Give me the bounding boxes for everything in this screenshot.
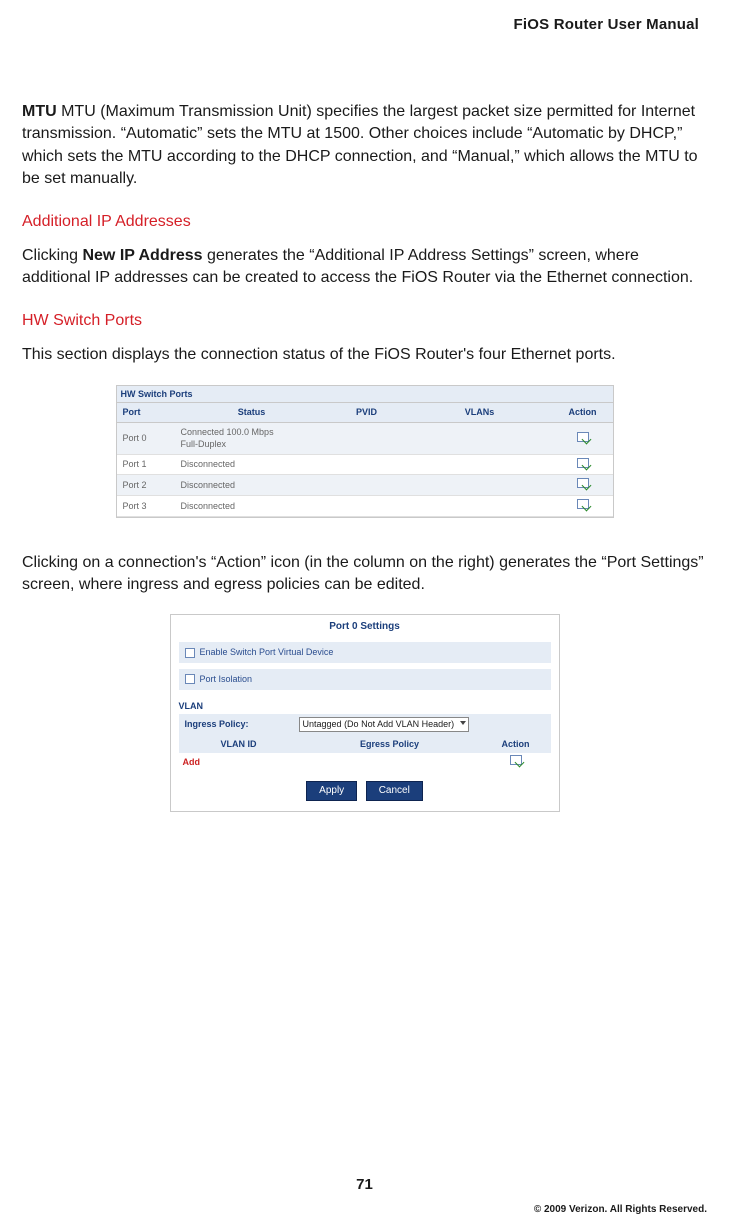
col-egress-policy: Egress Policy [299,735,481,754]
hw-switch-ports-table: HW Switch Ports Port Status PVID VLANs A… [116,385,614,518]
table-row: Port 1 Disconnected [117,454,613,475]
table-row: Port 2 Disconnected [117,475,613,496]
col-port: Port [117,403,177,422]
apply-button[interactable]: Apply [306,781,357,801]
new-ip-address-label: New IP Address [82,247,202,264]
edit-icon[interactable] [577,432,589,442]
table-row: Port 0 Connected 100.0 Mbps Full-Duplex [117,422,613,454]
checkbox-enable-virtual-device[interactable] [185,648,195,658]
page-number: 71 [0,1176,729,1193]
ingress-policy-dropdown[interactable]: Untagged (Do Not Add VLAN Header) [299,717,470,732]
col-vlan-id: VLAN ID [179,735,299,754]
col-vlans: VLANs [407,403,553,422]
ingress-policy-label: Ingress Policy: [185,718,249,731]
additional-ip-paragraph: Clicking New IP Address generates the “A… [22,245,707,290]
cell-status: Disconnected [177,475,327,496]
panel-title: Port 0 Settings [171,615,559,642]
checkbox-port-isolation[interactable] [185,674,195,684]
cell-status: Connected 100.0 Mbps Full-Duplex [177,422,327,454]
option-row: Port Isolation [179,669,551,690]
cell-vlans [407,422,553,454]
text-fragment: Clicking [22,247,82,264]
cell-status: Disconnected [177,496,327,517]
copyright: © 2009 Verizon. All Rights Reserved. [534,1204,707,1215]
heading-hw-switch-ports: HW Switch Ports [22,310,707,332]
edit-icon[interactable] [577,499,589,509]
hw-switch-intro: This section displays the connection sta… [22,344,707,366]
col-action: Action [481,735,551,754]
ingress-policy-row: Ingress Policy: Untagged (Do Not Add VLA… [179,714,551,735]
cell-pvid [327,422,407,454]
add-link[interactable]: Add [183,757,201,767]
table-row: Add [179,753,551,771]
cancel-button[interactable]: Cancel [366,781,423,801]
mtu-paragraph: MTU MTU (Maximum Transmission Unit) spec… [22,101,707,191]
cell-port: Port 3 [117,496,177,517]
table-row: Port 3 Disconnected [117,496,613,517]
port-settings-paragraph: Clicking on a connection's “Action” icon… [22,552,707,597]
cell-port: Port 0 [117,422,177,454]
cell-status: Disconnected [177,454,327,475]
cell-port: Port 1 [117,454,177,475]
port-settings-panel: Port 0 Settings Enable Switch Port Virtu… [170,614,560,812]
option-label: Port Isolation [200,673,253,686]
heading-additional-ip: Additional IP Addresses [22,211,707,233]
option-row: Enable Switch Port Virtual Device [179,642,551,663]
col-pvid: PVID [327,403,407,422]
col-action: Action [553,403,613,422]
page-header: FiOS Router User Manual [22,0,707,33]
add-icon[interactable] [510,755,522,765]
edit-icon[interactable] [577,478,589,488]
vlan-section-label: VLAN [179,700,551,713]
cell-port: Port 2 [117,475,177,496]
mtu-text: MTU (Maximum Transmission Unit) specifie… [22,103,698,187]
mtu-label: MTU [22,103,57,120]
table-title: HW Switch Ports [117,386,613,404]
col-status: Status [177,403,327,422]
edit-icon[interactable] [577,458,589,468]
option-label: Enable Switch Port Virtual Device [200,646,334,659]
